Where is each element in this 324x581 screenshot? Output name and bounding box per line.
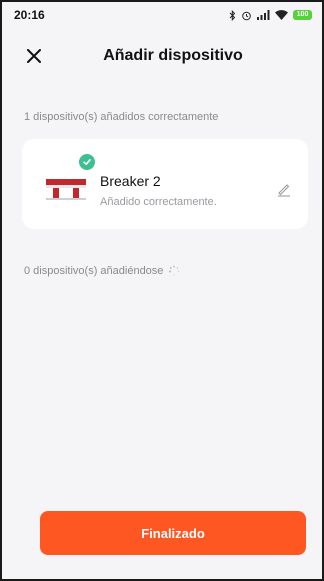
status-time: 20:16 <box>14 8 45 22</box>
device-status: Añadido correctamente. <box>100 196 217 208</box>
signal-icon <box>257 10 270 20</box>
added-devices-label: 1 dispositivo(s) añadidos correctamente <box>24 111 219 123</box>
alarm-icon <box>242 11 251 20</box>
check-circle-icon <box>78 153 96 171</box>
bluetooth-icon <box>229 9 236 21</box>
status-icons: 100 <box>229 9 312 21</box>
close-button[interactable] <box>22 44 46 68</box>
loading-spinner-icon <box>169 265 180 276</box>
adding-devices-label: 0 dispositivo(s) añadiéndose <box>24 265 164 277</box>
close-icon <box>27 49 41 63</box>
header: Añadir dispositivo <box>2 36 322 76</box>
app-screen: 20:16 100 Añadir dispositivo 1 dispositi… <box>0 0 324 581</box>
breaker-device-image <box>42 171 90 203</box>
page-title: Añadir dispositivo <box>103 47 243 64</box>
wifi-icon <box>275 10 288 20</box>
device-card[interactable]: Breaker 2 Añadido correctamente. <box>22 139 308 229</box>
device-name: Breaker 2 <box>100 173 161 189</box>
status-bar: 20:16 100 <box>2 2 322 28</box>
battery-icon: 100 <box>293 10 312 20</box>
edit-device-button[interactable] <box>274 179 294 199</box>
finish-button[interactable]: Finalizado <box>40 511 306 555</box>
adding-devices-row: 0 dispositivo(s) añadiéndose <box>24 264 181 278</box>
pencil-icon <box>278 184 290 197</box>
